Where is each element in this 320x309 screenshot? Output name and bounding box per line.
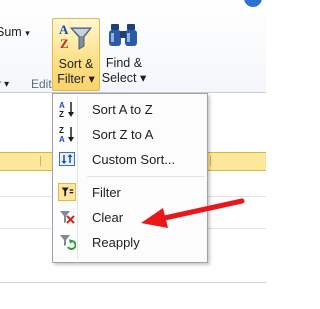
sort-z-to-a-icon: Z A bbox=[59, 126, 74, 143]
svg-text:Z: Z bbox=[59, 126, 64, 135]
menu-item-reapply[interactable]: Reapply bbox=[55, 230, 205, 254]
clear-button-fragment[interactable]: r ▾ bbox=[0, 78, 9, 92]
menu-item-sort-z-to-a[interactable]: Z A Sort Z to A bbox=[55, 122, 205, 146]
menu-item-clear[interactable]: Clear bbox=[55, 205, 205, 229]
sheet-bottom-rule bbox=[0, 282, 266, 283]
ribbon-editing-area: Sum ▾ r ▾ Edit A Z Sort & Filter ▾ Find … bbox=[0, 0, 266, 93]
sort-filter-button[interactable]: A Z Sort & Filter ▾ bbox=[52, 18, 100, 91]
find-select-label-line1: Find & bbox=[105, 56, 143, 70]
find-select-label-line2: Select ▾ bbox=[101, 71, 147, 85]
menu-item-label: Sort Z to A bbox=[92, 127, 154, 142]
svg-text:Z: Z bbox=[59, 110, 64, 118]
sort-filter-label-line1: Sort & bbox=[58, 57, 94, 71]
filter-icon bbox=[58, 183, 76, 201]
column-divider bbox=[40, 156, 41, 166]
menu-item-sort-a-to-z[interactable]: A Z Sort A to Z bbox=[55, 97, 205, 121]
svg-text:A: A bbox=[59, 101, 65, 110]
autosum-dropdown-arrow: ▾ bbox=[25, 28, 30, 38]
svg-text:Z: Z bbox=[60, 36, 69, 50]
menu-item-label: Clear bbox=[92, 210, 124, 225]
sort-filter-menu: A Z Sort A to Z Z A Sort Z to A Custom S… bbox=[52, 93, 208, 263]
menu-item-custom-sort[interactable]: Custom Sort... bbox=[55, 147, 205, 171]
menu-item-label: Custom Sort... bbox=[92, 152, 176, 167]
menu-separator bbox=[87, 176, 205, 177]
autosum-button[interactable]: Sum ▾ bbox=[0, 25, 30, 40]
menu-item-label: Sort A to Z bbox=[92, 102, 153, 117]
custom-sort-icon bbox=[59, 152, 75, 166]
find-select-button[interactable]: Find & Select ▾ bbox=[100, 18, 148, 91]
svg-text:A: A bbox=[59, 22, 69, 37]
svg-text:A: A bbox=[59, 135, 65, 143]
menu-item-filter[interactable]: Filter bbox=[55, 180, 205, 204]
reapply-filter-icon bbox=[60, 235, 76, 250]
sort-filter-label-line2: Filter ▾ bbox=[57, 72, 95, 86]
clear-filter-icon bbox=[60, 211, 75, 224]
sort-a-to-z-icon: A Z bbox=[59, 101, 74, 118]
sort-az-funnel-icon: A Z bbox=[59, 22, 93, 50]
menu-item-label: Reapply bbox=[92, 235, 140, 250]
menu-item-label: Filter bbox=[92, 185, 121, 200]
binoculars-icon bbox=[109, 24, 137, 46]
autosum-label: Sum bbox=[0, 25, 22, 39]
column-divider bbox=[210, 156, 211, 166]
help-icon[interactable] bbox=[244, 0, 262, 7]
editing-group-label: Edit bbox=[31, 77, 52, 91]
